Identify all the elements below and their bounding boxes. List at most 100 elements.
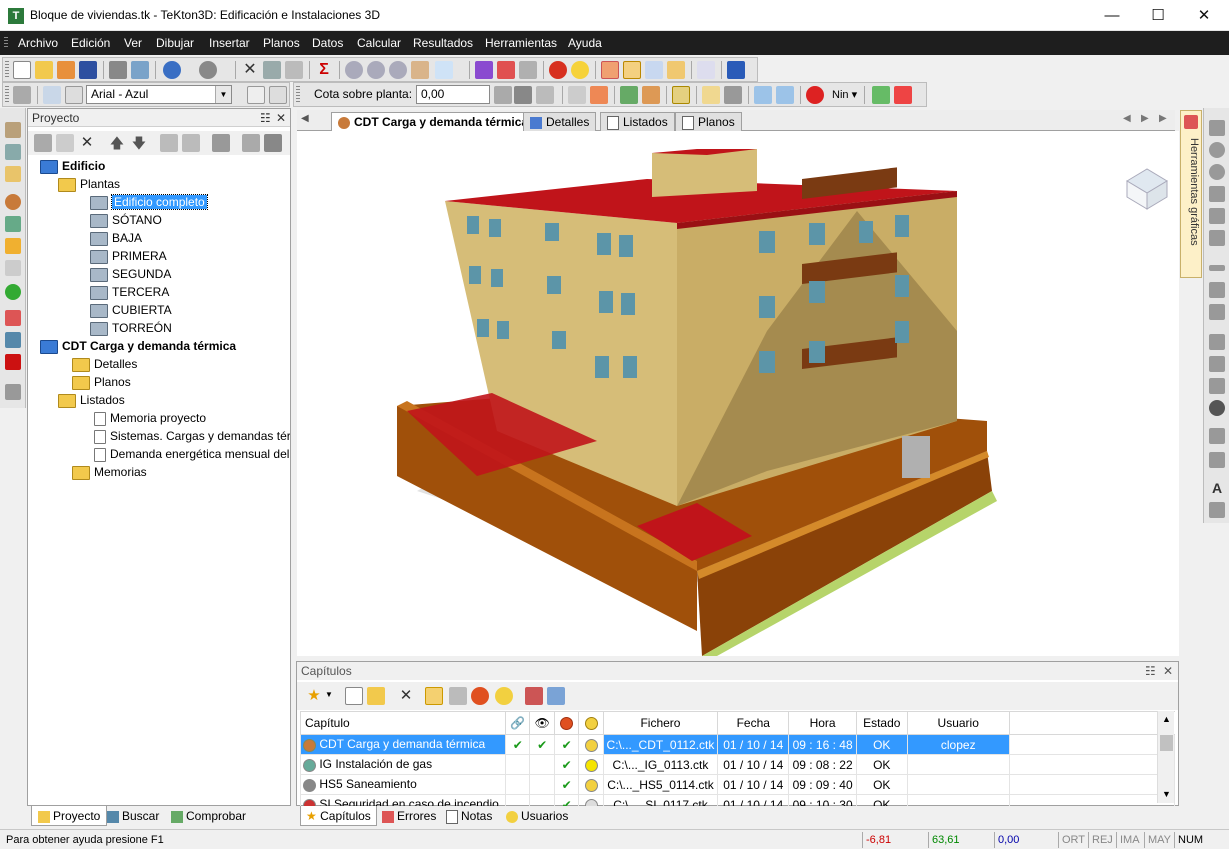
duct-tool-icon[interactable] — [5, 310, 21, 326]
layer-manager-icon[interactable] — [13, 86, 31, 104]
tab-capitulos[interactable]: ★ Capítulos — [300, 806, 377, 826]
tree-item-demanda-energetica[interactable]: Demanda energética mensual del — [94, 445, 289, 463]
link-icon[interactable] — [425, 687, 443, 705]
table-scrollbar[interactable]: ▲ ▼ — [1157, 711, 1174, 803]
light-sun-icon[interactable] — [571, 61, 589, 79]
tree-item-cubierta[interactable]: CUBIERTA — [90, 301, 172, 319]
col-fecha[interactable]: Fecha — [717, 711, 790, 735]
tabs-first-icon[interactable]: ◀ — [301, 113, 309, 124]
tree-item-primera[interactable]: PRIMERA — [90, 247, 167, 265]
pipe-tool-icon[interactable] — [5, 260, 21, 276]
tab-listados[interactable]: Listados — [600, 112, 675, 131]
edit-icon[interactable] — [263, 61, 281, 79]
tree-item-planos[interactable]: Planos — [72, 373, 131, 391]
stack-layers-icon[interactable] — [727, 61, 745, 79]
chevron-down-icon[interactable]: ▼ — [215, 86, 231, 103]
new-style-icon[interactable] — [247, 86, 265, 104]
export-icon[interactable] — [242, 134, 260, 152]
col-estado[interactable]: Estado — [855, 711, 908, 735]
offset-icon[interactable] — [1209, 265, 1225, 271]
indicator-ort[interactable]: ORT — [1058, 832, 1088, 848]
close-panel-icon[interactable]: ✕ — [1163, 662, 1173, 680]
error-check-icon[interactable] — [894, 86, 912, 104]
eye-icon[interactable] — [449, 687, 467, 705]
tabs-last-icon[interactable]: ▶ — [1159, 113, 1167, 124]
clipboard-icon[interactable] — [65, 86, 83, 104]
tabs-next-icon[interactable]: ▶ — [1141, 113, 1149, 124]
menu-ver[interactable]: Ver — [124, 36, 142, 50]
menu-planos[interactable]: Planos — [263, 36, 300, 50]
undo-icon[interactable] — [163, 61, 181, 79]
tools-chapter-icon[interactable] — [525, 687, 543, 705]
print-icon[interactable] — [109, 61, 127, 79]
pin-icon[interactable]: ☷ — [1145, 662, 1156, 680]
col-fichero[interactable]: Fichero — [602, 711, 719, 735]
table-row[interactable]: HS5 Saneamiento ✔ C:\..._HS5_0114.ctk 01… — [300, 774, 1176, 795]
tree-item-torreon[interactable]: TORREÓN — [90, 319, 172, 337]
move-up-icon[interactable]: 🡅 — [108, 134, 126, 152]
pencil-icon[interactable] — [702, 86, 720, 104]
users-tool-icon[interactable] — [5, 216, 21, 232]
rotate-icon[interactable] — [1209, 142, 1225, 158]
menu-archivo[interactable]: Archivo — [18, 36, 58, 50]
pin-tool-icon[interactable] — [212, 134, 230, 152]
join-icon[interactable] — [1209, 452, 1225, 468]
tab-cdt[interactable]: CDT Carga y demanda térmica — [331, 112, 536, 131]
sync-icon[interactable] — [182, 134, 200, 152]
scroll-up-icon[interactable]: ▲ — [1162, 714, 1171, 724]
check-icon[interactable] — [872, 86, 890, 104]
cota-spin-icon[interactable] — [494, 86, 512, 104]
tree-item-memoria-proyecto[interactable]: Memoria proyecto — [94, 409, 206, 427]
render-sphere-icon[interactable] — [549, 61, 567, 79]
polar-icon[interactable] — [642, 86, 660, 104]
copy-icon[interactable] — [1209, 208, 1225, 224]
tab-buscar[interactable]: Buscar — [107, 806, 159, 826]
tree-item-memorias[interactable]: Memorias — [72, 463, 147, 481]
tab-detalles[interactable]: Detalles — [523, 112, 597, 131]
mirror-icon[interactable] — [1209, 230, 1225, 246]
line-icon[interactable] — [1209, 378, 1225, 394]
scale-icon[interactable] — [1209, 186, 1225, 202]
tree-item-plantas[interactable]: Plantas — [58, 175, 120, 193]
extend-icon[interactable] — [1209, 282, 1225, 298]
brush-icon[interactable] — [285, 61, 303, 79]
edit-item-icon[interactable] — [56, 134, 74, 152]
tree-item-edificio[interactable]: Edificio — [40, 157, 105, 175]
rotate-copy-icon[interactable] — [1209, 164, 1225, 180]
col-usuario[interactable]: Usuario — [906, 711, 1010, 735]
level-icon[interactable] — [536, 86, 554, 104]
tab-planos[interactable]: Planos — [675, 112, 742, 131]
calc-sphere-icon[interactable] — [471, 687, 489, 705]
indicator-ima[interactable]: IMA — [1116, 832, 1143, 848]
scroll-thumb[interactable] — [1160, 735, 1173, 751]
maximize-button[interactable]: ☐ — [1135, 0, 1181, 31]
break-icon[interactable] — [1209, 356, 1225, 372]
open-chapter-icon[interactable] — [367, 687, 385, 705]
text-icon[interactable] — [697, 61, 715, 79]
thermal-tool-icon[interactable] — [5, 194, 21, 210]
hatch-icon[interactable] — [724, 86, 742, 104]
zoom-out-icon[interactable] — [389, 61, 407, 79]
tree-item-sistemas-cargas[interactable]: Sistemas. Cargas y demandas térm — [94, 427, 290, 445]
fillet-icon[interactable] — [1209, 334, 1225, 350]
snap-icon[interactable] — [519, 61, 537, 79]
sum-icon[interactable]: Σ — [315, 61, 333, 79]
style-props-icon[interactable] — [269, 86, 287, 104]
explode-icon[interactable] — [1209, 428, 1225, 444]
water-tool-icon[interactable] — [5, 332, 21, 348]
lock-icon[interactable] — [514, 86, 532, 104]
font-style-select[interactable]: Arial - Azul ▼ — [86, 85, 232, 104]
move-icon[interactable] — [1209, 120, 1225, 136]
close-panel-icon[interactable]: ✕ — [276, 109, 286, 127]
import-icon[interactable] — [264, 134, 282, 152]
tree-item-tercera[interactable]: TERCERA — [90, 283, 169, 301]
star-icon[interactable]: ★ — [305, 687, 323, 705]
tab-errores[interactable]: Errores — [382, 806, 436, 826]
grid-icon[interactable] — [568, 86, 586, 104]
menu-ayuda[interactable]: Ayuda — [568, 36, 602, 50]
save-icon[interactable] — [79, 61, 97, 79]
scroll-down-icon[interactable]: ▼ — [1162, 789, 1171, 799]
frame-icon[interactable] — [667, 61, 685, 79]
menu-edicion[interactable]: Edición — [71, 36, 110, 50]
col-link[interactable]: 🔗 — [504, 711, 531, 735]
